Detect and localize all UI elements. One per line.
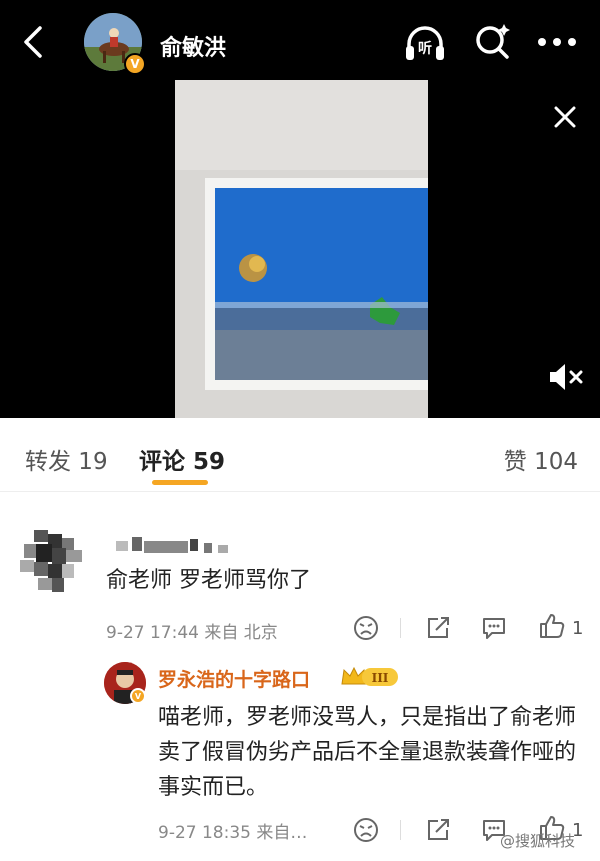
sad-face-icon — [354, 818, 378, 842]
listen-label: 听 — [418, 41, 432, 57]
share-icon — [428, 617, 449, 638]
comment-meta: 9-27 17:44 来自 北京 — [106, 623, 278, 643]
tab-like[interactable]: 赞 104 — [504, 442, 578, 476]
like-count: 1 — [572, 618, 584, 639]
chevron-left-icon — [24, 26, 42, 58]
like-button[interactable] — [538, 612, 566, 640]
reply-dislike-button[interactable] — [352, 816, 380, 844]
reply-share-button[interactable] — [424, 816, 452, 844]
back-button[interactable] — [14, 22, 54, 62]
listen-button[interactable]: 听 — [402, 20, 448, 66]
crown-badge-icon: III — [341, 666, 398, 686]
more-dots-icon — [538, 38, 576, 46]
verified-badge-icon: V — [124, 53, 146, 75]
close-icon — [554, 106, 576, 128]
share-button[interactable] — [424, 614, 452, 642]
thumbs-up-icon — [540, 614, 565, 638]
search-button[interactable] — [472, 22, 512, 62]
top-bar: V 俞敏洪 听 — [0, 0, 600, 86]
comment-text: 俞老师 罗老师骂你了 — [106, 568, 311, 593]
verified-badge-icon: V — [130, 688, 146, 704]
divider — [400, 820, 401, 840]
profile-name[interactable]: 俞敏洪 — [160, 30, 226, 62]
pixelated-name — [116, 537, 228, 553]
close-video-button[interactable] — [548, 100, 582, 134]
volume-muted-icon — [550, 364, 583, 390]
video-frame — [175, 80, 428, 418]
commenter-avatar[interactable] — [20, 530, 90, 596]
pixelated-avatar — [20, 530, 82, 592]
mute-button[interactable] — [546, 360, 586, 394]
badge-level-text: III — [372, 671, 389, 685]
profile-avatar[interactable]: V — [84, 13, 146, 75]
tab-bar: 转发 19 评论 59 赞 104 — [0, 418, 600, 492]
video-player[interactable] — [175, 80, 428, 418]
active-tab-indicator — [152, 480, 208, 485]
divider — [400, 618, 401, 638]
search-icon — [476, 24, 510, 59]
tab-comment[interactable]: 评论 59 — [139, 442, 225, 476]
commenter-name-redacted[interactable] — [108, 537, 268, 555]
comment-icon — [483, 618, 505, 639]
dislike-button[interactable] — [352, 614, 380, 642]
sad-face-icon — [354, 616, 378, 640]
reply-button[interactable] — [480, 614, 508, 642]
fan-level-badge[interactable]: III — [340, 664, 400, 688]
more-button[interactable] — [536, 30, 578, 54]
share-icon — [428, 819, 449, 840]
reply-author-name[interactable]: 罗永浩的十字路口 — [158, 665, 310, 692]
reply-text: 喵老师，罗老师没骂人，只是指出了俞老师卖了假冒伪劣产品后不全量退款装聋作哑的事实… — [158, 705, 577, 800]
reply-meta: 9-27 18:35 来自… — [158, 823, 308, 843]
watermark: @搜狐科技 — [500, 832, 576, 850]
tab-repost[interactable]: 转发 19 — [25, 442, 108, 476]
